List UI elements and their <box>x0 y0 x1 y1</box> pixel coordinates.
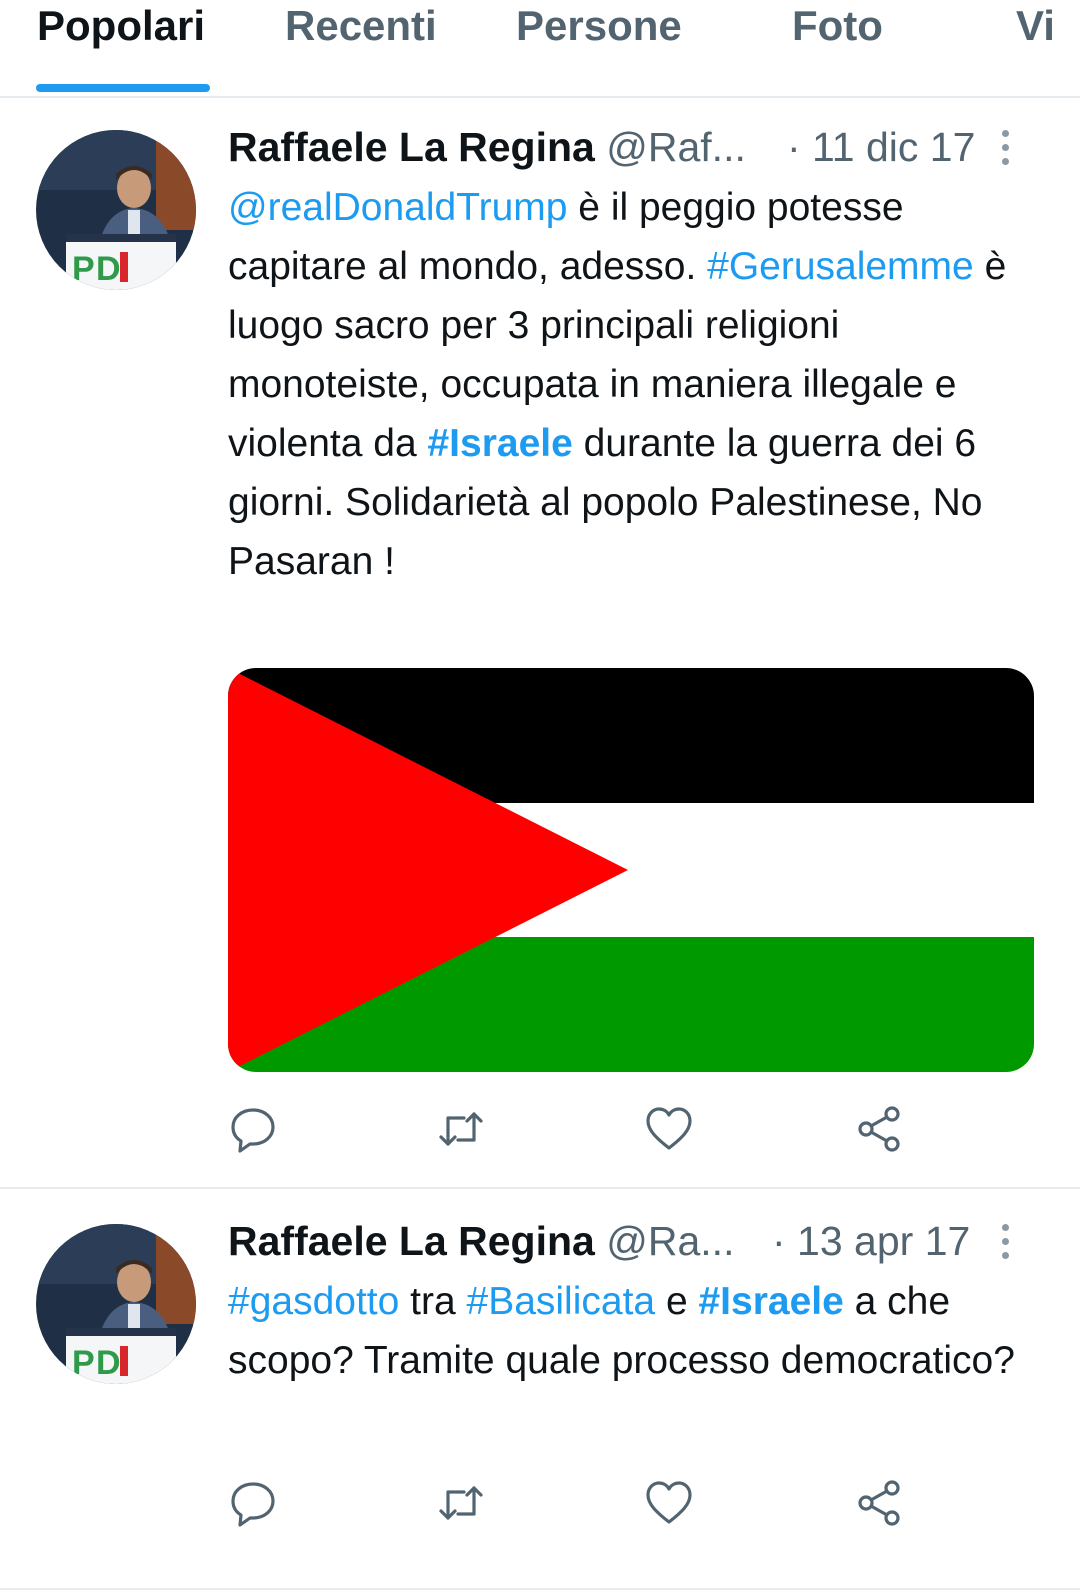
tweet-date[interactable]: · 11 dic 17 <box>787 122 975 172</box>
share-icon[interactable] <box>854 1478 904 1528</box>
avatar[interactable]: P D <box>36 1224 196 1384</box>
tab-recenti[interactable]: Recenti <box>285 0 437 56</box>
tweet-text-segment: e <box>655 1280 699 1323</box>
svg-text:D: D <box>96 1344 121 1382</box>
reply-icon[interactable] <box>228 1104 278 1154</box>
tweet-divider <box>0 1187 1080 1189</box>
hashtag-link[interactable]: #gasdotto <box>228 1280 399 1323</box>
palestine-flag-image[interactable] <box>228 668 1034 1072</box>
tweet-text-segment: tra <box>399 1280 467 1323</box>
hashtag-link[interactable]: #Basilicata <box>467 1280 656 1323</box>
tweet-header: Raffaele La Regina @Raf... <box>228 122 746 172</box>
like-icon[interactable] <box>644 1104 694 1154</box>
tweet-date[interactable]: · 13 apr 17 <box>772 1216 970 1266</box>
tweet[interactable]: P D Raffaele La Regina @Raf... · 11 dic … <box>0 96 1080 1188</box>
tweet-divider <box>0 1588 1080 1590</box>
tweet-header: Raffaele La Regina @Ra... <box>228 1216 734 1266</box>
author-handle[interactable]: @Ra... <box>606 1218 734 1264</box>
retweet-icon[interactable] <box>436 1478 486 1528</box>
tab-foto[interactable]: Foto <box>792 0 883 56</box>
author-handle[interactable]: @Raf... <box>606 124 746 170</box>
author-name[interactable]: Raffaele La Regina <box>228 124 595 170</box>
hashtag-link[interactable]: #Israele <box>698 1280 843 1323</box>
avatar[interactable]: P D <box>36 130 196 290</box>
svg-text:D: D <box>96 250 121 288</box>
hashtag-link[interactable]: #Gerusalemme <box>707 245 974 288</box>
tab-video[interactable]: Vi <box>1016 0 1055 56</box>
tweet-text: #gasdotto tra #Basilicata e #Israele a c… <box>228 1272 1038 1390</box>
more-options-icon[interactable] <box>997 130 1013 170</box>
tweet-actions <box>228 1104 928 1154</box>
share-icon[interactable] <box>854 1104 904 1154</box>
author-name[interactable]: Raffaele La Regina <box>228 1218 595 1264</box>
active-tab-indicator <box>36 84 210 92</box>
tab-persone[interactable]: Persone <box>516 0 682 56</box>
tweet-text: @realDonaldTrump è il peggio potesse cap… <box>228 178 1038 591</box>
tweet-actions <box>228 1478 928 1528</box>
search-tabs: Popolari Recenti Persone Foto Vi <box>0 0 1080 98</box>
retweet-icon[interactable] <box>436 1104 486 1154</box>
reply-icon[interactable] <box>228 1478 278 1528</box>
more-options-icon[interactable] <box>997 1224 1013 1264</box>
tab-popolari[interactable]: Popolari <box>37 0 205 56</box>
tweet[interactable]: P D Raffaele La Regina @Ra... · 13 apr 1… <box>0 1190 1080 1590</box>
svg-text:P: P <box>72 250 95 288</box>
hashtag-link[interactable]: #Israele <box>427 422 572 465</box>
svg-text:P: P <box>72 1344 95 1382</box>
like-icon[interactable] <box>644 1478 694 1528</box>
mention-link[interactable]: @realDonaldTrump <box>228 186 567 229</box>
